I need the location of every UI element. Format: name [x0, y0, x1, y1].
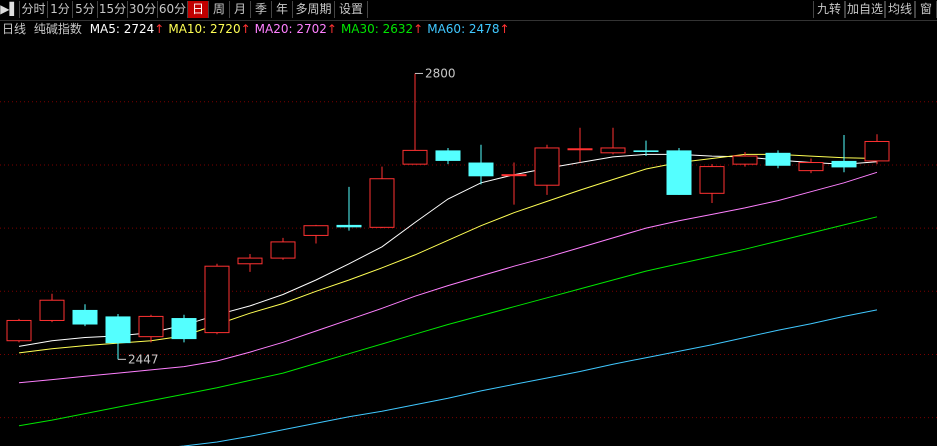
- tab-3[interactable]: 15分: [98, 1, 128, 18]
- candle-body-11: [369, 178, 395, 228]
- candle-body-18: [600, 147, 626, 154]
- right-tab-3[interactable]: 窗: [915, 1, 937, 18]
- tab-5[interactable]: 60分: [158, 1, 188, 18]
- candle-body-19: [633, 150, 659, 153]
- ma-label-2: MA20: 2702: [254, 22, 327, 36]
- ma-label-3: MA30: 2632: [340, 22, 414, 36]
- tab-6[interactable]: 日: [188, 1, 209, 18]
- candle-body-20: [666, 150, 692, 195]
- candle-body-0: [6, 319, 32, 342]
- ma-up-arrow-icon: ↑: [413, 22, 424, 36]
- play-icon[interactable]: ▶▌: [0, 1, 20, 18]
- ma-up-arrow-icon: ↑: [240, 22, 251, 36]
- candle-body-16: [534, 147, 560, 186]
- tab-8[interactable]: 月: [230, 1, 251, 18]
- tab-11[interactable]: 多周期: [293, 1, 335, 18]
- tab-2[interactable]: 5分: [73, 1, 98, 18]
- symbol-label: 纯碱指数: [33, 22, 82, 36]
- period-label: 日线: [2, 22, 27, 36]
- candle-body-26: [864, 140, 890, 162]
- period-toolbar: ▶▌ 分时 1分 5分 15分 30分 60分日周月季年多周期 设置 窗均线 加自选 九转: [0, 0, 937, 21]
- ma-line-ma20: [18, 171, 878, 384]
- candle-body-5: [171, 318, 197, 340]
- candle-body-12: [402, 149, 428, 165]
- candle-body-25: [831, 160, 857, 168]
- candle-body-23: [765, 152, 791, 166]
- tab-12[interactable]: 设置: [335, 1, 368, 18]
- right-tab-2[interactable]: 均线: [885, 1, 915, 18]
- candle-body-24: [798, 162, 824, 172]
- ma-up-arrow-icon: ↑: [154, 22, 165, 36]
- candlestick-chart[interactable]: 2800 2447: [0, 37, 937, 446]
- candle-body-3: [105, 316, 131, 344]
- tab-10[interactable]: 年: [272, 1, 293, 18]
- candle-body-13: [435, 150, 461, 161]
- candle-body-17: [567, 148, 593, 151]
- candle-body-21: [699, 166, 725, 194]
- candle-body-6: [204, 265, 230, 334]
- candle-body-7: [237, 257, 263, 265]
- tab-9[interactable]: 季: [251, 1, 272, 18]
- candle-body-10: [336, 224, 362, 228]
- annotation-label-0: 2800: [425, 66, 456, 80]
- candle-body-15: [501, 174, 527, 177]
- candle-body-9: [303, 225, 329, 236]
- tab-1[interactable]: 1分: [48, 1, 73, 18]
- indicator-legend: 日线 纯碱指数 MA5: 2724↑ MA10: 2720↑ MA20: 2702↑…: [2, 21, 518, 37]
- candle-body-22: [732, 155, 758, 165]
- candle-body-8: [270, 241, 296, 259]
- ma-up-arrow-icon: ↑: [326, 22, 337, 36]
- candle-body-1: [39, 299, 65, 321]
- ma-label-1: MA10: 2720: [168, 22, 241, 36]
- ma-label-4: MA60: 2478: [427, 22, 500, 36]
- candle-body-4: [138, 315, 164, 338]
- candle-body-14: [468, 162, 494, 177]
- tab-4[interactable]: 30分: [128, 1, 158, 18]
- candle-body-2: [72, 309, 98, 325]
- right-tab-0[interactable]: 九转: [813, 1, 845, 18]
- tab-0[interactable]: 分时: [20, 1, 48, 18]
- tab-7[interactable]: 周: [209, 1, 230, 18]
- ma-up-arrow-icon: ↑: [499, 22, 510, 36]
- ma-label-0: MA5: 2724: [89, 22, 155, 36]
- right-tab-1[interactable]: 加自选: [845, 1, 885, 18]
- annotation-label-1: 2447: [128, 352, 159, 366]
